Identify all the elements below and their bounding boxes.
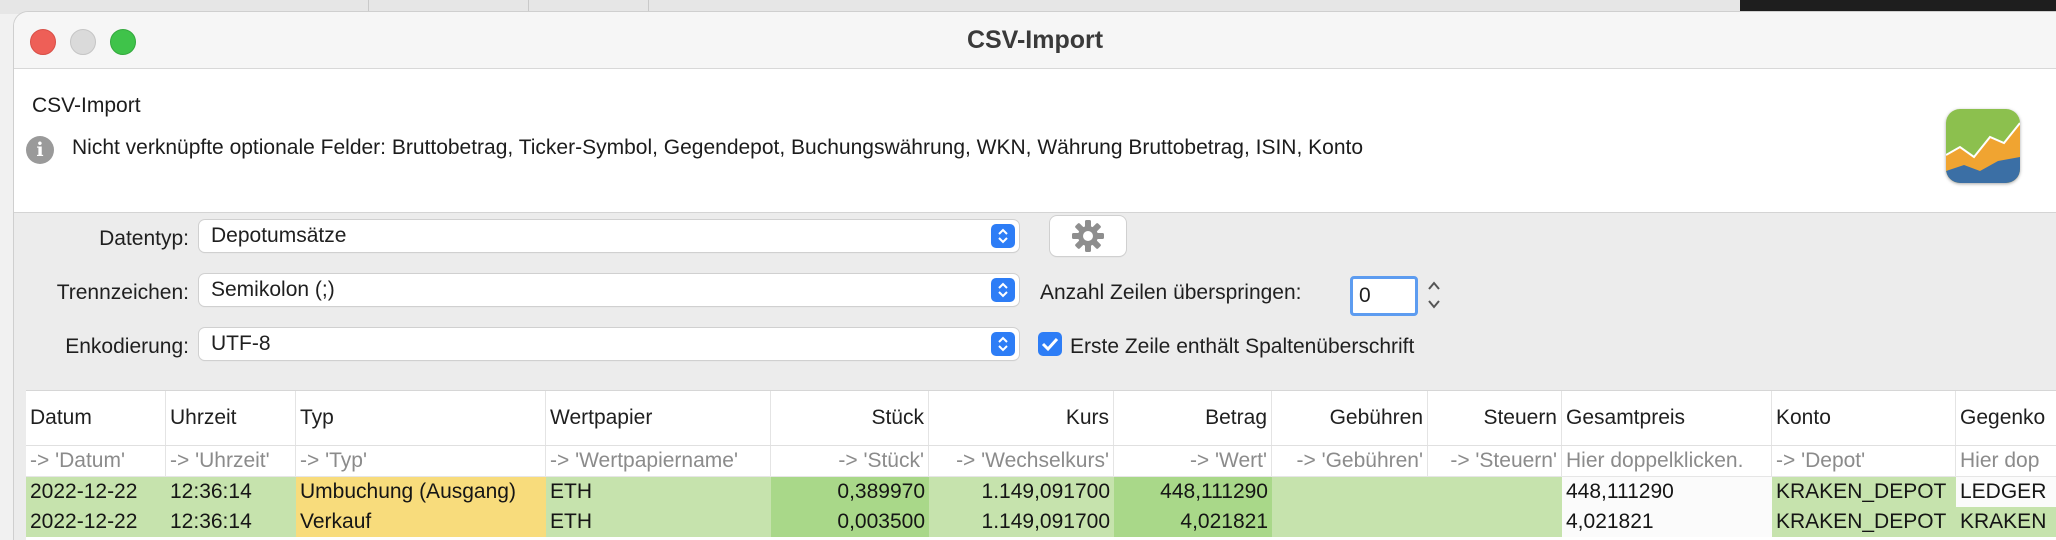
chevron-updown-icon xyxy=(991,332,1015,356)
table-cell: Umbuchung (Ausgang) xyxy=(296,477,546,507)
table-cell: 0,003500 xyxy=(771,507,929,537)
column-mapping[interactable]: Hier dop xyxy=(1956,446,2056,476)
column-header[interactable]: Konto xyxy=(1772,391,1956,445)
separator-value: Semikolon (;) xyxy=(211,278,335,301)
column-header[interactable]: Wertpapier xyxy=(546,391,771,445)
table-cell: 12:36:14 xyxy=(166,507,296,537)
skip-rows-stepper[interactable] xyxy=(1424,274,1444,316)
csv-import-window: CSV-Import CSV-Import i Nicht verknüpfte… xyxy=(14,12,2056,540)
column-header[interactable]: Betrag xyxy=(1114,391,1272,445)
table-cell xyxy=(1272,477,1428,507)
column-header[interactable]: Gesamtpreis xyxy=(1562,391,1772,445)
column-mapping[interactable]: -> 'Gebühren' xyxy=(1272,446,1428,476)
wizard-title: CSV-Import xyxy=(32,94,141,117)
table-cell xyxy=(1428,477,1562,507)
column-mapping[interactable]: -> 'Datum' xyxy=(26,446,166,476)
column-mapping[interactable]: -> 'Depot' xyxy=(1772,446,1956,476)
gear-icon xyxy=(1072,220,1104,252)
preview-table: Datum Uhrzeit Typ Wertpapier Stück Kurs … xyxy=(26,390,2056,540)
mapping-row: -> 'Datum' -> 'Uhrzeit' -> 'Typ' -> 'Wer… xyxy=(26,446,2056,477)
column-mapping[interactable]: -> 'Wechselkurs' xyxy=(929,446,1114,476)
table-cell: 12:36:14 xyxy=(166,477,296,507)
column-mapping[interactable]: -> 'Typ' xyxy=(296,446,546,476)
column-mapping[interactable]: -> 'Uhrzeit' xyxy=(166,446,296,476)
skip-rows-label: Anzahl Zeilen überspringen: xyxy=(1040,281,1302,304)
title-bar: CSV-Import xyxy=(14,12,2056,69)
separator-label: Trennzeichen: xyxy=(56,281,189,304)
header-row-label: Erste Zeile enthält Spaltenüberschrift xyxy=(1070,335,1415,358)
table-cell: KRAKEN xyxy=(1956,507,2056,537)
separator-select[interactable]: Semikolon (;) xyxy=(199,274,1019,306)
window-title: CSV-Import xyxy=(966,26,1104,54)
encoding-select[interactable]: UTF-8 xyxy=(199,328,1019,360)
table-row[interactable]: 2022-12-22 12:36:14 Verkauf ETH 0,003500… xyxy=(26,507,2056,537)
table-cell xyxy=(1272,507,1428,537)
table-cell: 4,021821 xyxy=(1562,507,1772,537)
table-cell: 1.149,091700 xyxy=(929,507,1114,537)
column-header[interactable]: Stück xyxy=(771,391,929,445)
column-header[interactable]: Steuern xyxy=(1428,391,1562,445)
wizard-header: CSV-Import i Nicht verknüpfte optionale … xyxy=(14,69,2056,213)
column-header[interactable]: Kurs xyxy=(929,391,1114,445)
table-cell: KRAKEN_DEPOT xyxy=(1772,477,1956,507)
datatype-label: Datentyp: xyxy=(99,227,189,250)
table-cell: 448,111290 xyxy=(1114,477,1272,507)
table-cell xyxy=(1428,507,1562,537)
chevron-updown-icon xyxy=(991,278,1015,302)
column-header[interactable]: Uhrzeit xyxy=(166,391,296,445)
stepper-arrows-icon xyxy=(1428,281,1440,309)
unmapped-fields-message: Nicht verknüpfte optionale Felder: Brutt… xyxy=(72,136,1364,159)
datatype-select[interactable]: Depotumsätze xyxy=(199,220,1019,252)
encoding-label: Enkodierung: xyxy=(65,335,189,358)
table-cell: LEDGER xyxy=(1956,477,2056,507)
column-mapping[interactable]: -> 'Wertpapiername' xyxy=(546,446,771,476)
column-mapping[interactable]: Hier doppelklicken. xyxy=(1562,446,1772,476)
table-header-row: Datum Uhrzeit Typ Wertpapier Stück Kurs … xyxy=(26,391,2056,446)
table-cell: ETH xyxy=(546,477,771,507)
settings-button[interactable] xyxy=(1050,216,1126,256)
table-cell: 0,389970 xyxy=(771,477,929,507)
column-header[interactable]: Typ xyxy=(296,391,546,445)
header-row-checkbox[interactable] xyxy=(1038,332,1062,356)
column-mapping[interactable]: -> 'Stück' xyxy=(771,446,929,476)
info-icon: i xyxy=(26,136,54,164)
table-cell: 448,111290 xyxy=(1562,477,1772,507)
checkmark-icon xyxy=(1041,337,1059,352)
table-cell: ETH xyxy=(546,507,771,537)
column-mapping[interactable]: -> 'Steuern' xyxy=(1428,446,1562,476)
skip-rows-input[interactable]: 0 xyxy=(1350,276,1418,316)
column-mapping[interactable]: -> 'Wert' xyxy=(1114,446,1272,476)
table-cell: 2022-12-22 xyxy=(26,507,166,537)
column-header[interactable]: Datum xyxy=(26,391,166,445)
table-cell: Verkauf xyxy=(296,507,546,537)
app-logo-icon xyxy=(1946,109,2020,183)
encoding-value: UTF-8 xyxy=(211,332,271,355)
chevron-updown-icon xyxy=(991,224,1015,248)
table-row[interactable]: 2022-12-22 12:36:14 Umbuchung (Ausgang) … xyxy=(26,477,2056,507)
datatype-value: Depotumsätze xyxy=(211,224,347,247)
table-cell: 1.149,091700 xyxy=(929,477,1114,507)
table-cell: 4,021821 xyxy=(1114,507,1272,537)
column-header[interactable]: Gebühren xyxy=(1272,391,1428,445)
column-header[interactable]: Gegenko xyxy=(1956,391,2056,445)
table-cell: 2022-12-22 xyxy=(26,477,166,507)
table-cell: KRAKEN_DEPOT xyxy=(1772,507,1956,537)
